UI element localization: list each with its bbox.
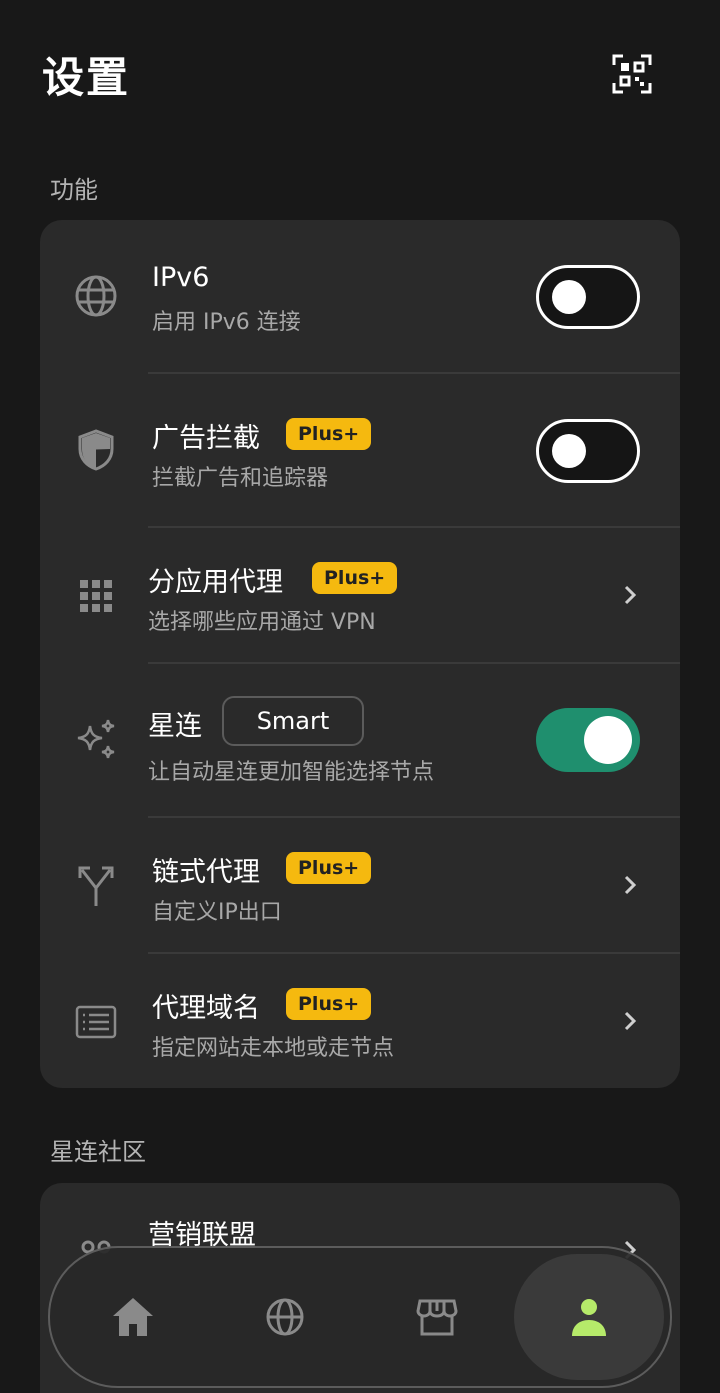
qr-scan-button[interactable]	[608, 50, 656, 98]
proxy-domain-subtitle: 指定网站走本地或走节点	[152, 1036, 395, 1061]
store-icon	[416, 1299, 458, 1336]
ad-block-title: 广告拦截	[152, 423, 260, 454]
page-title: 设置	[42, 53, 131, 102]
globe-icon	[266, 1298, 304, 1336]
row-chain-proxy[interactable]: 链式代理 Plus+ 自定义IP出口	[40, 818, 680, 952]
fork-icon	[70, 860, 122, 912]
header: 设置	[0, 0, 720, 150]
home-icon	[113, 1298, 153, 1336]
nav-home[interactable]	[58, 1254, 208, 1380]
row-proxy-domain[interactable]: 代理域名 Plus+ 指定网站走本地或走节点	[40, 954, 680, 1088]
star-link-title: 星连	[148, 711, 202, 742]
ad-block-subtitle: 拦截广告和追踪器	[152, 466, 329, 491]
section-label-community: 星连社区	[50, 1138, 146, 1166]
row-star-link[interactable]: 星连 Smart 让自动星连更加智能选择节点	[40, 664, 680, 816]
star-link-toggle[interactable]	[536, 708, 640, 772]
grid-icon	[70, 570, 122, 622]
per-app-subtitle: 选择哪些应用通过 VPN	[148, 610, 376, 635]
ipv6-toggle[interactable]	[536, 265, 640, 329]
plus-badge: Plus+	[286, 988, 372, 1020]
ad-block-toggle[interactable]	[536, 419, 640, 483]
globe-icon	[70, 270, 122, 322]
per-app-title: 分应用代理	[148, 567, 283, 598]
nav-nodes[interactable]	[210, 1254, 360, 1380]
chain-proxy-subtitle: 自定义IP出口	[152, 900, 282, 925]
nav-profile[interactable]	[514, 1254, 664, 1380]
chevron-right-icon	[618, 580, 642, 610]
chevron-right-icon	[618, 870, 642, 900]
qr-scan-icon	[612, 54, 652, 94]
sparkle-icon	[70, 714, 122, 766]
list-icon	[70, 996, 122, 1048]
row-per-app-proxy[interactable]: 分应用代理 Plus+ 选择哪些应用通过 VPN	[40, 528, 680, 662]
chevron-right-icon	[618, 1006, 642, 1036]
features-card: IPv6 启用 IPv6 连接 广告拦截 Plus+ 拦截广告和追踪器 分应用代…	[40, 220, 680, 1088]
user-icon	[572, 1299, 606, 1336]
smart-mode-chip[interactable]: Smart	[222, 696, 364, 746]
plus-badge: Plus+	[312, 562, 398, 594]
plus-badge: Plus+	[286, 852, 372, 884]
nav-store[interactable]	[362, 1254, 512, 1380]
row-ad-block[interactable]: 广告拦截 Plus+ 拦截广告和追踪器	[40, 374, 680, 526]
plus-badge: Plus+	[286, 418, 372, 450]
section-label-features: 功能	[50, 176, 98, 204]
bottom-nav	[48, 1246, 672, 1388]
shield-icon	[70, 424, 122, 476]
chain-proxy-title: 链式代理	[152, 857, 260, 888]
proxy-domain-title: 代理域名	[152, 993, 260, 1024]
ipv6-title: IPv6	[152, 262, 210, 293]
row-ipv6[interactable]: IPv6 启用 IPv6 连接	[40, 220, 680, 372]
ipv6-subtitle: 启用 IPv6 连接	[152, 310, 301, 335]
star-link-subtitle: 让自动星连更加智能选择节点	[148, 760, 435, 785]
